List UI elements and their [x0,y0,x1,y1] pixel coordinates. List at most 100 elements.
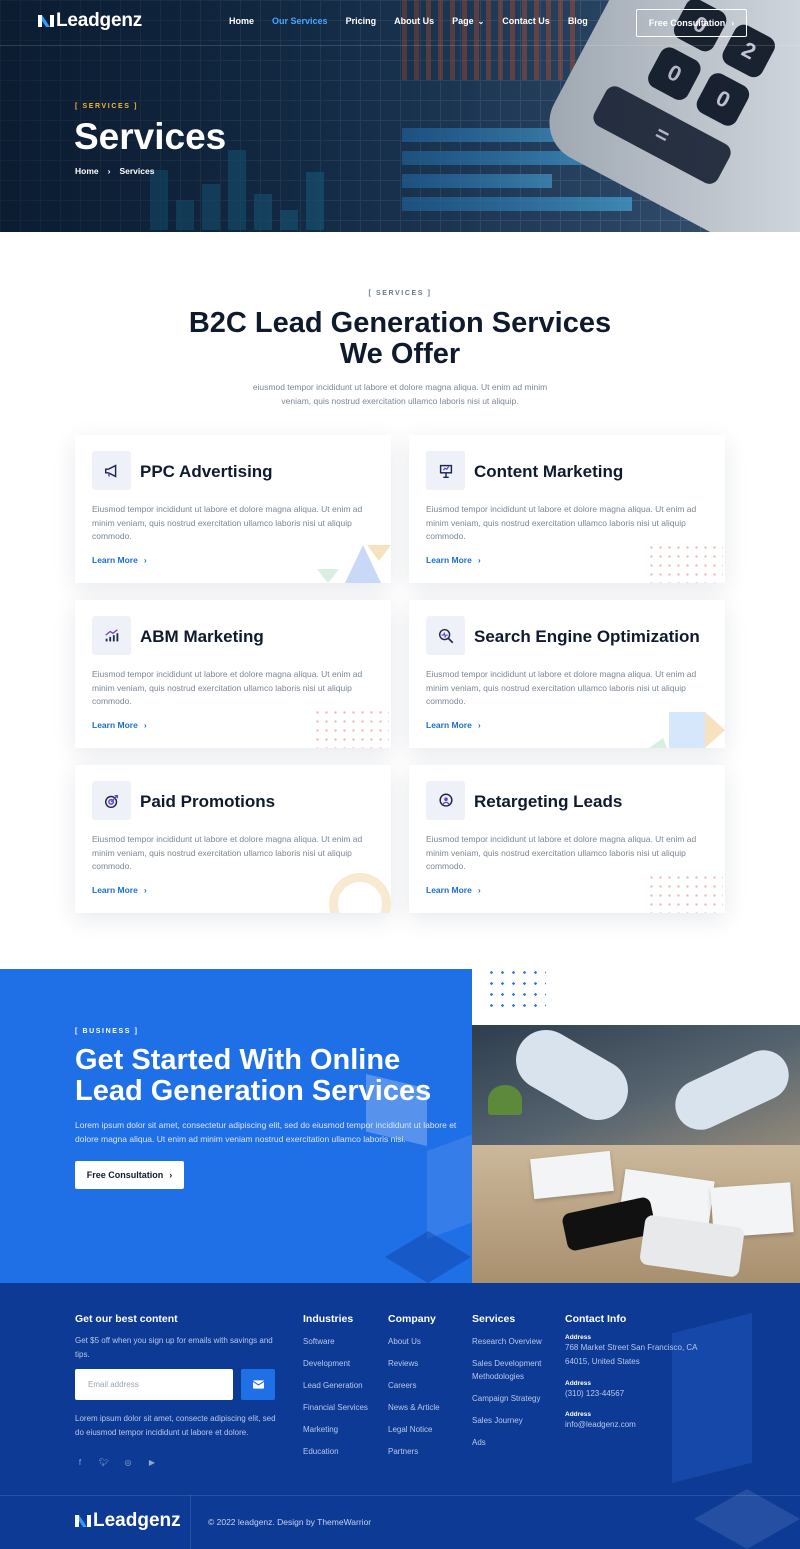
services-link[interactable]: Sales Journey [472,1414,554,1427]
phone-label: Address [565,1380,592,1387]
chevron-right-icon: › [107,166,111,176]
company-link[interactable]: Careers [388,1379,466,1392]
business-title: Get Started With Online Lead Generation … [75,1045,465,1107]
decorative-triangles [317,545,391,583]
services-section-tag: [ SERVICES ] [368,290,432,297]
service-card: Paid Promotions Eiusmod tempor incididun… [75,765,391,913]
learn-more-label: Learn More [426,555,472,565]
instagram-icon[interactable]: ◎ [123,1458,133,1467]
industries-link[interactable]: Lead Generation [303,1379,381,1392]
industries-link[interactable]: Education [303,1445,381,1458]
service-card-title: Retargeting Leads [474,792,623,811]
company-link[interactable]: About Us [388,1335,466,1348]
service-card-title: Search Engine Optimization [474,627,700,646]
learn-more-link[interactable]: Learn More › [426,720,481,730]
nav-link-blog[interactable]: Blog [568,16,588,26]
breadcrumb: Home › Services [75,166,154,176]
industries-link[interactable]: Development [303,1357,381,1370]
user-target-icon [426,781,465,820]
envelope-icon [252,1380,264,1389]
logo-text: Leadgenz [56,10,143,31]
phone-value[interactable]: (310) 123-44567 [565,1387,715,1401]
decorative-triangles [649,712,725,748]
magnifier-pulse-icon [426,616,465,655]
megaphone-icon [92,451,131,490]
services-link[interactable]: Research Overview [472,1335,554,1348]
industries-heading: Industries [303,1313,354,1325]
company-link[interactable]: News & Article [388,1401,466,1414]
services-title-line1: B2C Lead Generation Services [188,307,612,339]
business-text: Lorem ipsum dolor sit amet, consectetur … [75,1120,457,1144]
presentation-icon [426,451,465,490]
learn-more-link[interactable]: Learn More › [92,720,147,730]
site-logo[interactable]: Leadgenz [38,10,142,32]
twitter-icon[interactable]: 🐦︎ [99,1458,109,1467]
logo-mark-icon [38,15,54,27]
footer-divider [190,1495,191,1549]
services-link[interactable]: Ads [472,1436,554,1449]
learn-more-link[interactable]: Learn More › [92,555,147,565]
nav-link-about[interactable]: About Us [394,16,434,26]
industries-link[interactable]: Marketing [303,1423,381,1436]
service-card: PPC Advertising Eiusmod tempor incididun… [75,435,391,583]
nav-link-pricing[interactable]: Pricing [346,16,377,26]
logo-mark-icon [75,1515,91,1527]
service-card: Content Marketing Eiusmod tempor incidid… [409,435,725,583]
footer-logo-text: Leadgenz [93,1510,181,1531]
services-link[interactable]: Sales Development Methodologies [472,1357,554,1383]
service-card: Search Engine Optimization Eiusmod tempo… [409,600,725,748]
free-consultation-button[interactable]: Free Consultation › [636,9,747,37]
decorative-dots [647,873,723,913]
breadcrumb-home[interactable]: Home [75,166,99,176]
email-value[interactable]: info@leadgenz.com [565,1418,715,1432]
address-value: 768 Market Street San Francisco, CA 6401… [565,1343,698,1366]
nav-link-page-label: Page [452,16,474,26]
services-title-line2: We Offer [339,338,461,370]
email-field[interactable] [75,1369,233,1400]
learn-more-label: Learn More [92,720,138,730]
footer-logo[interactable]: Leadgenz [75,1510,181,1532]
chevron-right-icon: › [143,885,147,895]
service-card: Retargeting Leads Eiusmod tempor incidid… [409,765,725,913]
services-section-title: B2C Lead Generation Services We Offer [0,308,800,370]
facebook-icon[interactable]: f [75,1458,85,1467]
youtube-icon[interactable]: ▶ [147,1458,157,1467]
nav-link-services[interactable]: Our Services [272,16,328,26]
business-tag: [ BUSINESS ] [75,1028,139,1035]
industries-link[interactable]: Financial Services [303,1401,381,1414]
company-link[interactable]: Partners [388,1445,466,1458]
subscribe-button[interactable] [241,1369,275,1400]
service-card-title: Content Marketing [474,462,624,481]
top-navigation: Leadgenz Home Our Services Pricing About… [0,0,800,46]
service-card: ABM Marketing Eiusmod tempor incididunt … [75,600,391,748]
company-link[interactable]: Reviews [388,1357,466,1370]
chevron-right-icon: › [143,720,147,730]
company-link[interactable]: Legal Notice [388,1423,466,1436]
service-card-title: ABM Marketing [140,627,264,646]
decorative-shape [385,1231,471,1283]
decorative-dot-grid [486,967,546,1011]
industries-link[interactable]: Software [303,1335,381,1348]
decorative-dots [647,543,723,583]
learn-more-link[interactable]: Learn More › [426,555,481,565]
free-consultation-button[interactable]: Free Consultation › [75,1161,184,1189]
business-title-line1: Get Started With Online [75,1044,401,1076]
chevron-right-icon: › [477,555,481,565]
social-links: f 🐦︎ ◎ ▶ [75,1458,157,1467]
target-icon [92,781,131,820]
newsletter-subtext: Get $5 off when you sign up for emails w… [75,1336,273,1359]
contact-heading: Contact Info [565,1313,627,1325]
learn-more-link[interactable]: Learn More › [426,885,481,895]
learn-more-label: Learn More [92,885,138,895]
learn-more-link[interactable]: Learn More › [92,885,147,895]
nav-link-contact[interactable]: Contact Us [502,16,550,26]
services-link[interactable]: Campaign Strategy [472,1392,554,1405]
growth-chart-icon [92,616,131,655]
service-card-text: Eiusmod tempor incididunt ut labore et d… [426,504,697,541]
nav-link-home[interactable]: Home [229,16,254,26]
decorative-dots [313,708,389,748]
service-card-title: Paid Promotions [140,792,276,811]
breadcrumb-current: Services [119,166,155,176]
photo-arm [505,1025,639,1131]
nav-link-page-dropdown[interactable]: Page ⌄ [452,16,484,26]
